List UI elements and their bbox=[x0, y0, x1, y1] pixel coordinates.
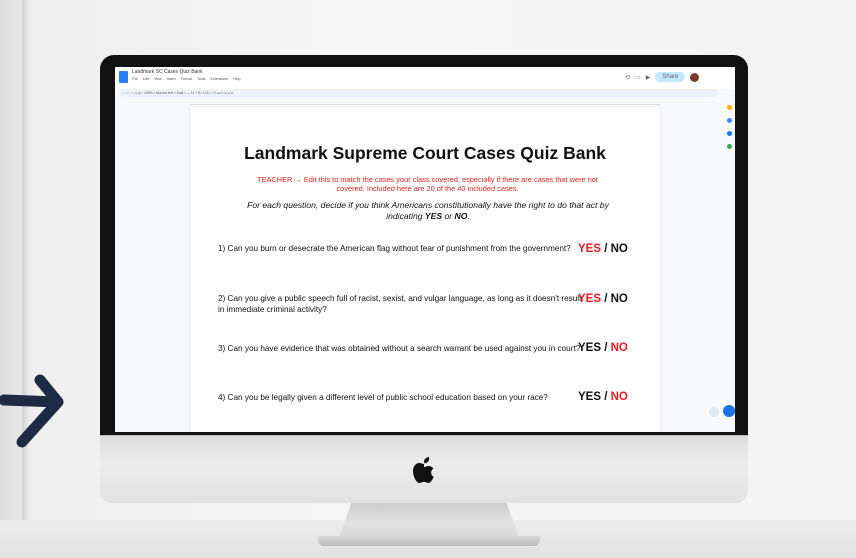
document-page[interactable]: Landmark Supreme Court Cases Quiz Bank T… bbox=[190, 107, 660, 432]
assistant-icon[interactable] bbox=[723, 405, 735, 417]
docs-titlebar: Landmark SC Cases Quiz Bank File Edit Vi… bbox=[115, 67, 735, 89]
monitor-stand bbox=[338, 500, 520, 540]
answer-4: YES / NO bbox=[578, 391, 628, 403]
format-toolbar[interactable]: ⌕ ↶ ↷ ⎙ A̲ ▾ 100% ▾ Normal text ▾ Arial … bbox=[119, 89, 719, 97]
instructions-yes: YES bbox=[424, 211, 443, 221]
menu-extensions[interactable]: Extensions bbox=[210, 77, 228, 81]
contacts-icon[interactable] bbox=[726, 131, 732, 136]
instructions-no: NO bbox=[454, 211, 468, 221]
question-3: 3) Can you have evidence that was obtain… bbox=[218, 344, 581, 353]
instructions-or: or bbox=[442, 211, 455, 221]
share-button[interactable]: Share bbox=[655, 72, 686, 82]
answer-2: YES / NO bbox=[578, 293, 628, 305]
arrow-icon bbox=[0, 374, 64, 448]
imac-monitor: Landmark SC Cases Quiz Bank File Edit Vi… bbox=[100, 55, 748, 503]
answer-no: NO bbox=[610, 293, 628, 305]
document-heading: Landmark Supreme Court Cases Quiz Bank bbox=[244, 143, 606, 163]
question-1: 1) Can you burn or desecrate the America… bbox=[218, 244, 571, 253]
menu-tools[interactable]: Tools bbox=[197, 77, 205, 81]
document-title[interactable]: Landmark SC Cases Quiz Bank bbox=[132, 69, 203, 75]
answer-yes: YES bbox=[578, 293, 602, 305]
side-panel-rail bbox=[723, 97, 735, 432]
maps-icon[interactable] bbox=[726, 144, 732, 149]
answer-slash: / bbox=[601, 293, 611, 305]
meet-icon[interactable]: ▶ bbox=[646, 74, 651, 81]
menu-bar: File Edit View Insert Format Tools Exten… bbox=[132, 77, 244, 81]
answer-no: NO bbox=[610, 391, 628, 403]
answer-slash: / bbox=[601, 243, 611, 255]
menu-view[interactable]: View bbox=[154, 77, 162, 81]
answer-yes: YES bbox=[578, 342, 602, 354]
question-4: 4) Can you be legally given a different … bbox=[218, 393, 548, 402]
google-docs-icon[interactable] bbox=[119, 71, 128, 83]
monitor-bezel: Landmark SC Cases Quiz Bank File Edit Vi… bbox=[100, 55, 748, 435]
apple-logo-icon bbox=[413, 457, 434, 483]
menu-help[interactable]: Help bbox=[233, 77, 240, 81]
teacher-note: TEACHER → Edit this to match the cases y… bbox=[257, 175, 598, 193]
answer-no: NO bbox=[610, 342, 628, 354]
frame-edge bbox=[22, 0, 28, 558]
instructions: For each question, decide if you think A… bbox=[228, 200, 628, 222]
monitor-stand-base bbox=[318, 536, 540, 546]
menu-insert[interactable]: Insert bbox=[167, 77, 176, 81]
answer-no: NO bbox=[610, 243, 628, 255]
menu-file[interactable]: File bbox=[132, 77, 138, 81]
answer-yes: YES bbox=[578, 243, 602, 255]
history-icon[interactable]: ⟲ bbox=[625, 74, 630, 81]
avatar[interactable] bbox=[690, 72, 700, 82]
toolbar-right: ⟲ ▭ ▶ Share bbox=[625, 72, 700, 82]
monitor-chin bbox=[100, 435, 748, 503]
keep-icon[interactable] bbox=[726, 105, 732, 110]
menu-edit[interactable]: Edit bbox=[143, 77, 149, 81]
instructions-period: . bbox=[467, 211, 470, 221]
explore-icon[interactable] bbox=[709, 407, 719, 417]
screen: Landmark SC Cases Quiz Bank File Edit Vi… bbox=[115, 67, 735, 432]
answer-1: YES / NO bbox=[578, 243, 628, 255]
answer-3: YES / NO bbox=[578, 342, 628, 354]
answer-slash: / bbox=[601, 342, 611, 354]
answer-slash: / bbox=[601, 391, 611, 403]
comment-icon[interactable]: ▭ bbox=[635, 74, 641, 81]
menu-format[interactable]: Format bbox=[181, 77, 192, 81]
question-2: 2) Can you give a public speech full of … bbox=[218, 294, 582, 314]
ruler[interactable] bbox=[190, 100, 660, 105]
answer-yes: YES bbox=[578, 391, 602, 403]
tasks-icon[interactable] bbox=[726, 118, 732, 123]
